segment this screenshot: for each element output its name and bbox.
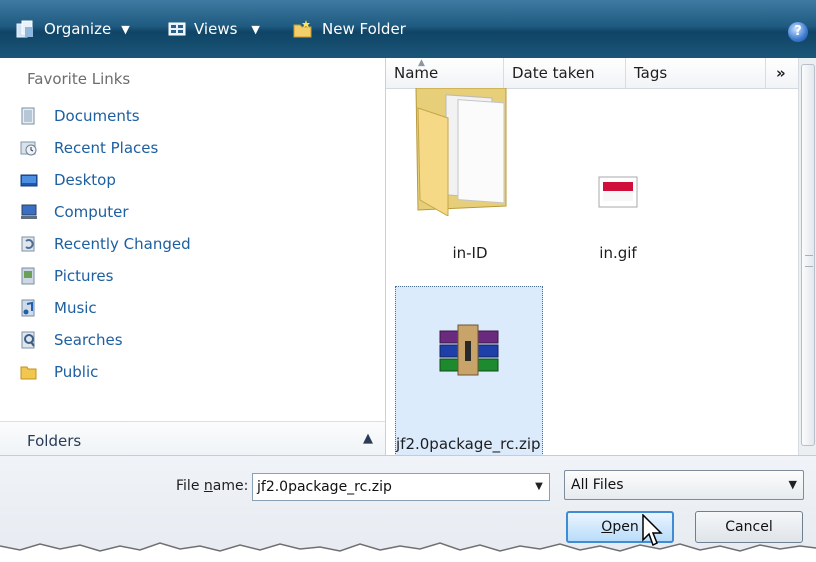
navigation-pane: Favorite Links Documents Recent Places D… xyxy=(0,58,385,460)
views-icon xyxy=(168,22,186,36)
sidebar-item-searches[interactable]: Searches xyxy=(20,327,123,353)
file-name-label-suffix: ame: xyxy=(212,478,249,494)
torn-edge-decoration xyxy=(0,542,816,562)
sidebar-item-label: Searches xyxy=(54,331,123,349)
file-item-zip-selected[interactable]: jf2.0package_rc.zip xyxy=(395,286,543,458)
vertical-scrollbar[interactable] xyxy=(798,58,816,455)
cancel-button[interactable]: Cancel xyxy=(695,511,803,543)
sort-ascending-icon: ▲ xyxy=(418,58,425,68)
new-folder-label: New Folder xyxy=(322,20,406,38)
file-name-label-prefix: File xyxy=(176,478,204,494)
organize-button[interactable]: Organize ▼ xyxy=(14,14,130,44)
file-item-in-id[interactable]: in-ID xyxy=(396,88,544,278)
column-header-label: Tags xyxy=(634,64,668,82)
desktop-icon xyxy=(20,174,38,187)
sidebar-item-label: Music xyxy=(54,299,97,317)
new-folder-button[interactable]: New Folder xyxy=(292,14,406,44)
file-name-label-mnemonic: n xyxy=(203,478,213,494)
sidebar-item-documents[interactable]: Documents xyxy=(20,103,140,129)
file-name-input[interactable]: jf2.0package_rc.zip ▼ xyxy=(252,473,550,501)
file-item-in-gif[interactable]: in.gif xyxy=(544,148,692,278)
column-header-date-taken[interactable]: Date taken xyxy=(504,58,626,88)
recent-places-icon xyxy=(20,141,37,156)
file-name: jf2.0package_rc.zip xyxy=(396,435,541,453)
sidebar-item-public[interactable]: Public xyxy=(20,359,98,385)
column-header-tags[interactable]: Tags xyxy=(626,58,766,88)
file-name-value: jf2.0package_rc.zip xyxy=(257,479,392,495)
chevron-up-icon: ▲ xyxy=(363,431,373,446)
file-name: in-ID xyxy=(452,244,488,262)
views-button[interactable]: Views ▼ xyxy=(168,14,260,44)
open-button-mnemonic: O xyxy=(601,519,613,535)
file-name-label: File name: xyxy=(176,478,248,494)
chevron-down-icon: ▼ xyxy=(121,22,130,36)
sidebar-item-label: Documents xyxy=(54,107,140,125)
music-icon xyxy=(21,299,35,317)
favorite-links-heading: Favorite Links xyxy=(27,70,131,88)
sidebar-item-label: Desktop xyxy=(54,171,116,189)
help-button[interactable]: ? xyxy=(788,22,808,42)
chevron-down-icon: ▼ xyxy=(788,478,797,491)
column-header-name[interactable]: ▲ Name xyxy=(386,58,504,88)
sidebar-item-label: Public xyxy=(54,363,99,381)
toolbar: Organize ▼ Views ▼ New Folder ? xyxy=(0,0,816,58)
sidebar-item-computer[interactable]: Computer xyxy=(20,199,129,225)
column-header-label: Name xyxy=(394,64,439,82)
sidebar-item-label: Recently Changed xyxy=(54,235,191,253)
folders-label: Folders xyxy=(27,432,82,450)
sidebar-item-pictures[interactable]: Pictures xyxy=(20,263,113,289)
more-columns-button[interactable]: » xyxy=(766,58,799,88)
sidebar-item-music[interactable]: Music xyxy=(20,295,97,321)
file-type-select[interactable]: All Files ▼ xyxy=(564,470,804,500)
open-button-label: pen xyxy=(612,519,639,535)
gripper-icon xyxy=(805,255,813,267)
documents-icon xyxy=(21,107,35,125)
pictures-icon xyxy=(21,267,35,285)
open-file-dialog: Organize ▼ Views ▼ New Folder ? Favorite… xyxy=(0,0,816,562)
public-icon xyxy=(20,366,37,380)
zip-archive-icon xyxy=(439,324,499,376)
column-header-label: Date taken xyxy=(512,64,595,82)
sidebar-item-label: Pictures xyxy=(54,267,114,285)
computer-icon xyxy=(21,204,37,219)
scrollbar-thumb[interactable] xyxy=(801,64,815,446)
recently-changed-icon xyxy=(21,236,35,252)
file-name: in.gif xyxy=(599,244,637,262)
sidebar-item-desktop[interactable]: Desktop xyxy=(20,167,116,193)
new-folder-icon xyxy=(293,20,312,38)
views-label: Views xyxy=(194,20,238,38)
searches-icon xyxy=(21,331,35,349)
sidebar-item-recently-changed[interactable]: Recently Changed xyxy=(20,231,191,257)
sidebar-item-label: Recent Places xyxy=(54,139,159,157)
file-type-value: All Files xyxy=(571,477,624,493)
file-list-pane: ▲ Name Date taken Tags » in-ID in.gif jf… xyxy=(385,58,816,458)
organize-label: Organize xyxy=(44,20,112,38)
sidebar-item-label: Computer xyxy=(54,203,129,221)
organize-icon xyxy=(16,20,33,38)
folder-icon xyxy=(415,88,507,216)
chevron-down-icon[interactable]: ▼ xyxy=(531,476,547,498)
image-file-icon xyxy=(598,176,638,208)
column-header-bar: ▲ Name Date taken Tags » xyxy=(386,58,816,89)
sidebar-item-recent-places[interactable]: Recent Places xyxy=(20,135,158,161)
chevron-down-icon: ▼ xyxy=(251,22,260,36)
